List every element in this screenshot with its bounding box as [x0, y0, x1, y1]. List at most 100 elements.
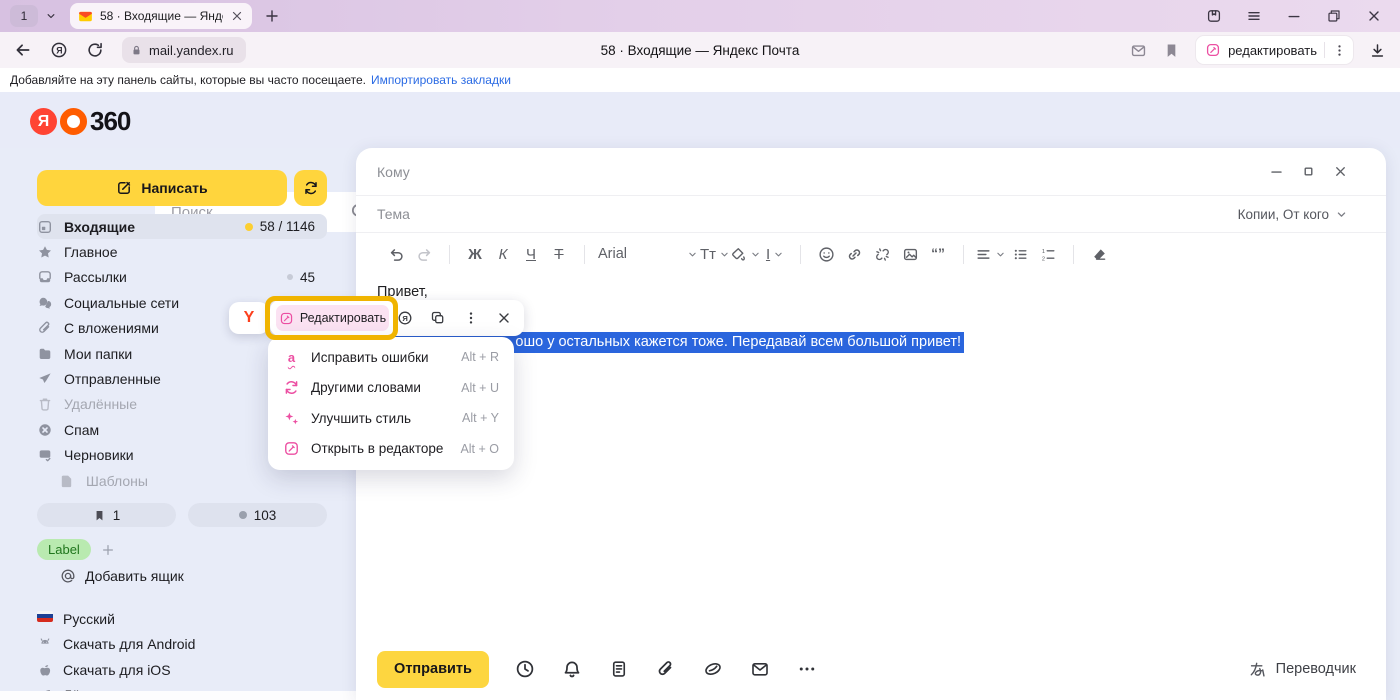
- window-close-icon[interactable]: [1366, 8, 1382, 24]
- unread-count: 103: [254, 508, 277, 523]
- download-ios-link[interactable]: Скачать для iOS: [37, 657, 195, 683]
- tab-group-button[interactable]: 1: [10, 5, 38, 27]
- compose-close-icon[interactable]: [1333, 164, 1348, 179]
- svg-text:1: 1: [1041, 248, 1044, 254]
- text-color-select[interactable]: I: [761, 240, 789, 268]
- add-mailbox-link[interactable]: Добавить ящик: [60, 568, 184, 584]
- attach-from-mail-icon[interactable]: [736, 651, 783, 687]
- logo-ring-icon: [60, 108, 87, 135]
- redo-icon[interactable]: [410, 240, 438, 268]
- menu-fix-errors[interactable]: a Исправить ошибки Alt + R: [268, 342, 514, 373]
- bold-button[interactable]: Ж: [461, 240, 489, 268]
- reminder-icon[interactable]: [548, 651, 595, 687]
- undo-icon[interactable]: [382, 240, 410, 268]
- clear-format-icon[interactable]: [1085, 240, 1113, 268]
- ai-edit-button[interactable]: Редактировать: [276, 305, 389, 331]
- window-restore-icon[interactable]: [1326, 8, 1342, 24]
- import-bookmarks-link[interactable]: Импортировать закладки: [371, 73, 511, 87]
- compose-pencil-icon: [116, 180, 132, 196]
- remove-link-icon[interactable]: [868, 240, 896, 268]
- ai-popup-toolbar: Редактировать Я: [270, 300, 524, 336]
- menu-item-shortcut: Alt + R: [461, 350, 499, 364]
- address-bar[interactable]: mail.yandex.ru: [122, 37, 246, 63]
- tab-group-chevron-icon[interactable]: [40, 5, 62, 27]
- browser-edit-extension-button[interactable]: редактировать: [1196, 36, 1353, 64]
- menu-improve-style[interactable]: Улучшить стиль Alt + Y: [268, 403, 514, 434]
- yandex-browser-icon[interactable]: Я: [50, 41, 68, 59]
- folder-newsletters[interactable]: Рассылки 45: [37, 265, 327, 290]
- compose-minimize-icon[interactable]: [1269, 164, 1284, 179]
- download-android-link[interactable]: Скачать для Android: [37, 632, 195, 658]
- menu-open-editor[interactable]: Открыть в редакторе Alt + O: [268, 434, 514, 465]
- unread-counter-pill[interactable]: 103: [188, 503, 327, 527]
- window-minimize-icon[interactable]: [1286, 8, 1302, 24]
- bullet-list-icon[interactable]: [1006, 240, 1034, 268]
- more-options-icon[interactable]: [458, 305, 484, 331]
- font-family-select[interactable]: Arial: [596, 240, 700, 268]
- numbered-list-icon[interactable]: 12: [1034, 240, 1062, 268]
- bookmark-icon[interactable]: [1163, 42, 1180, 59]
- menu-rephrase[interactable]: Другими словами Alt + U: [268, 373, 514, 404]
- schedule-send-icon[interactable]: [501, 651, 548, 687]
- underline-button[interactable]: Ч: [517, 240, 545, 268]
- language-link[interactable]: Русский: [37, 606, 195, 632]
- to-row: Кому: [356, 148, 1386, 196]
- attach-from-disk-icon[interactable]: [689, 651, 736, 687]
- divider: [584, 245, 585, 264]
- yandex-360-logo[interactable]: Я 360: [30, 106, 130, 137]
- label-tag[interactable]: Label: [37, 539, 91, 560]
- edit-pen-icon: [1205, 42, 1221, 58]
- refresh-mail-button[interactable]: [294, 170, 327, 206]
- bookmarks-counter-pill[interactable]: 1: [37, 503, 176, 527]
- quote-icon[interactable]: “”: [924, 240, 952, 268]
- extension-options-icon[interactable]: [1332, 43, 1347, 58]
- translator-button[interactable]: Переводчик: [1248, 660, 1356, 679]
- divider: [963, 245, 964, 264]
- folder-icon: [37, 447, 53, 463]
- folder-label: Шаблоны: [86, 473, 148, 489]
- send-button[interactable]: Отправить: [377, 651, 489, 688]
- unread-dot: [287, 274, 293, 280]
- counter-pills: 1 103: [37, 503, 327, 527]
- font-size-select[interactable]: Tт: [700, 240, 730, 268]
- reload-icon[interactable]: [86, 41, 104, 59]
- folder-main[interactable]: Главное: [37, 239, 327, 264]
- subject-field[interactable]: Тема: [377, 206, 410, 222]
- to-field[interactable]: Кому: [377, 164, 410, 180]
- browser-tab[interactable]: 58 · Входящие — Янде: [70, 3, 252, 29]
- italic-button[interactable]: К: [489, 240, 517, 268]
- folder-inbox[interactable]: Входящие 58 / 1146: [37, 214, 327, 239]
- yandex-browser-badge[interactable]: Y: [229, 302, 269, 334]
- folder-templates[interactable]: Шаблоны: [37, 468, 327, 493]
- new-tab-icon[interactable]: [264, 8, 280, 24]
- highlight-color-select[interactable]: [730, 240, 761, 268]
- compose-button[interactable]: Написать: [37, 170, 287, 206]
- add-label-icon[interactable]: [101, 543, 115, 557]
- mail-notifier-icon[interactable]: [1130, 42, 1147, 59]
- align-select[interactable]: [975, 240, 1006, 268]
- strikethrough-button[interactable]: Т: [545, 240, 573, 268]
- neuro-assistant-icon[interactable]: Я: [392, 305, 418, 331]
- tab-panel-icon[interactable]: [1206, 8, 1222, 24]
- copy-icon[interactable]: [425, 305, 451, 331]
- tab-group-count: 1: [21, 9, 28, 23]
- compose-expand-icon[interactable]: [1301, 164, 1316, 179]
- sidebar-footer: Русский Скачать для Android Скачать для …: [37, 606, 195, 700]
- browser-menu-icon[interactable]: [1246, 8, 1262, 24]
- refresh-icon: [303, 180, 319, 196]
- message-body[interactable]: Привет,: [377, 284, 1356, 300]
- footer-link-label: Скачать для iOS: [63, 662, 171, 678]
- folder-icon: [37, 320, 53, 336]
- folder-icon: [37, 219, 53, 235]
- back-icon[interactable]: [14, 41, 32, 59]
- tab-close-icon[interactable]: [230, 9, 244, 23]
- attach-file-icon[interactable]: [642, 651, 689, 687]
- emoji-icon[interactable]: [812, 240, 840, 268]
- insert-link-icon[interactable]: [840, 240, 868, 268]
- more-actions-icon[interactable]: [783, 651, 830, 687]
- cc-from-toggle[interactable]: Копии, От кого: [1238, 207, 1348, 222]
- close-popup-icon[interactable]: [491, 305, 517, 331]
- downloads-icon[interactable]: [1369, 42, 1386, 59]
- templates-icon[interactable]: [595, 651, 642, 687]
- insert-image-icon[interactable]: [896, 240, 924, 268]
